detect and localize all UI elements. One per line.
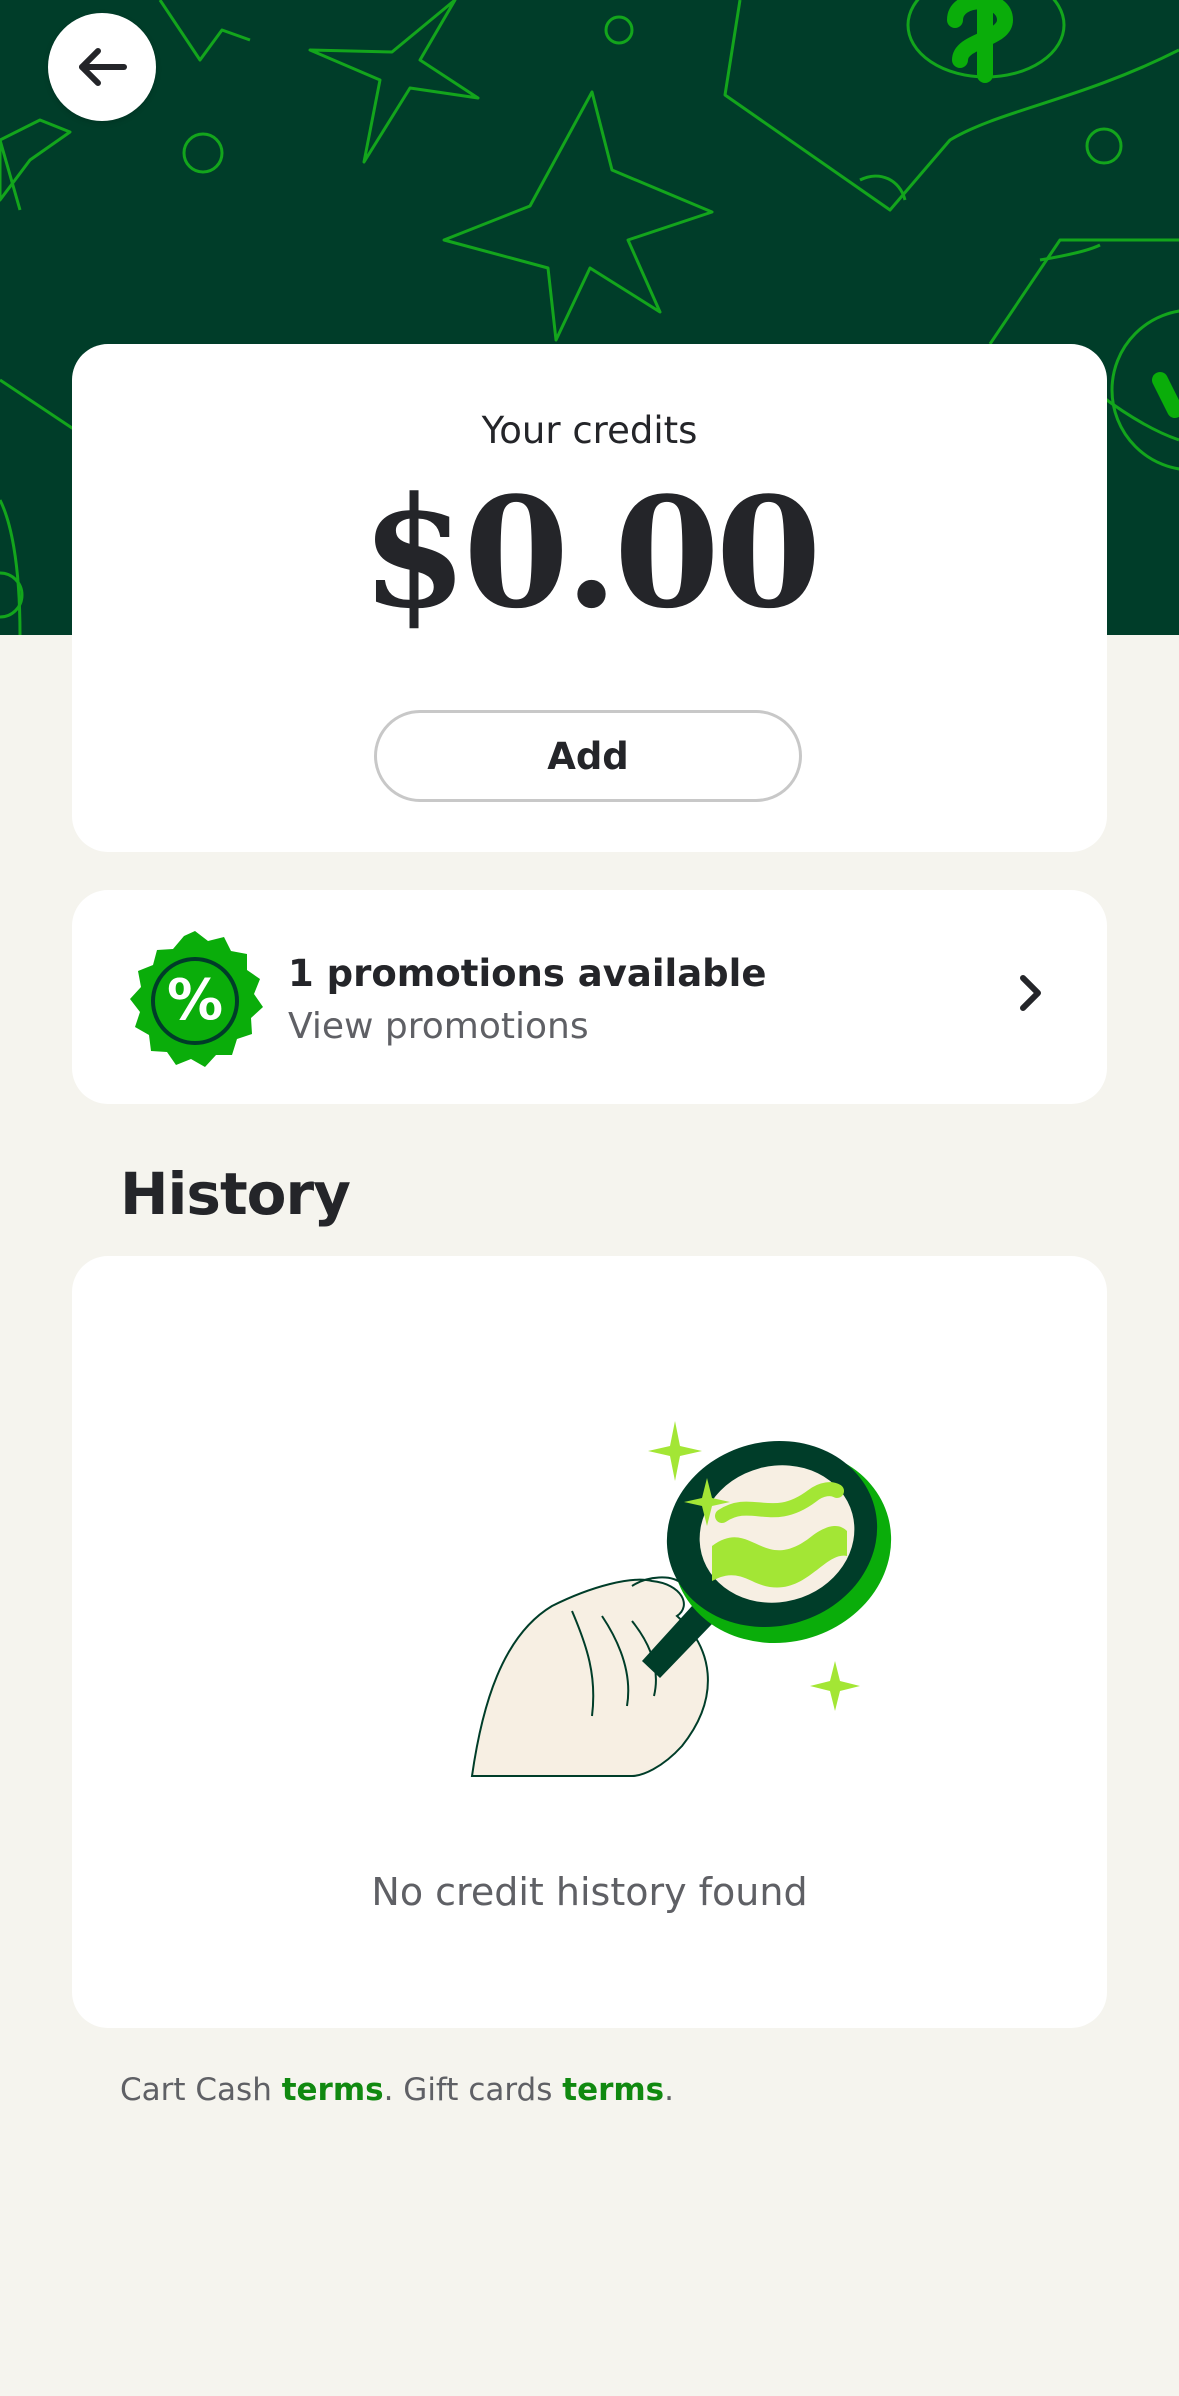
back-button[interactable] (48, 13, 156, 121)
credits-amount: $0.00 (361, 463, 822, 642)
hand-magnifier-illustration (470, 1421, 892, 1777)
footer-text-end: . (664, 2072, 674, 2108)
svg-text:%: % (167, 968, 223, 1033)
promotions-card[interactable]: % 1 promotions available View promotions (72, 890, 1107, 1104)
promotions-subtitle: View promotions (288, 1006, 589, 1047)
credits-card: Your credits $0.00 Add (72, 344, 1107, 852)
footer-text-cart-cash: Cart Cash (120, 2072, 282, 2108)
history-heading: History (120, 1160, 351, 1228)
footer-text-gift-cards: . Gift cards (383, 2072, 563, 2108)
footer-terms: Cart Cash terms. Gift cards terms. (120, 2072, 674, 2108)
arrow-left-icon (79, 48, 127, 86)
chevron-right-icon (1020, 975, 1041, 1011)
promotions-title: 1 promotions available (288, 952, 767, 995)
percent-badge-icon: % (130, 931, 263, 1067)
credits-label: Your credits (481, 409, 698, 452)
add-credits-button[interactable]: Add (374, 710, 802, 802)
history-empty-text: No credit history found (371, 1870, 808, 1914)
gift-cards-terms-link[interactable]: terms (562, 2072, 664, 2108)
cart-cash-terms-link[interactable]: terms (282, 2072, 384, 2108)
history-card: No credit history found (72, 1256, 1107, 2028)
